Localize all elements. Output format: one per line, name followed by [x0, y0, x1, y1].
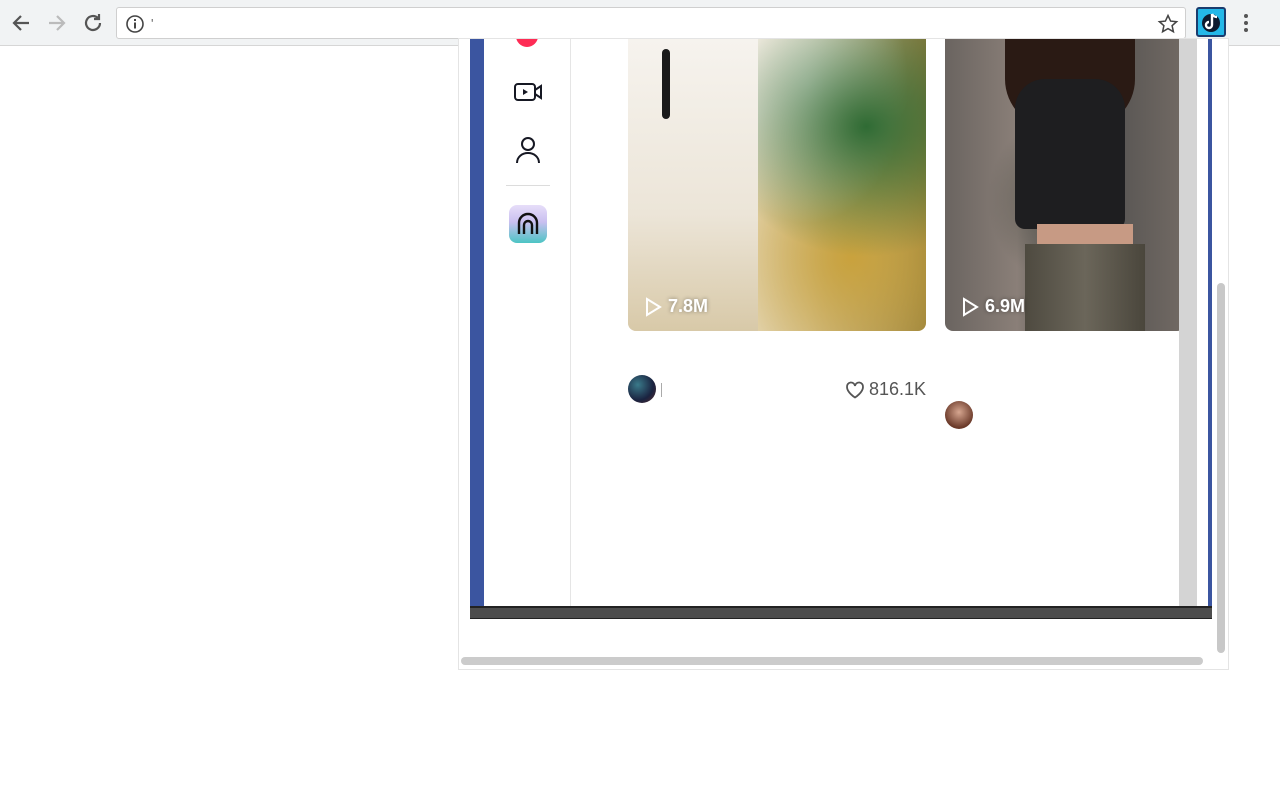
info-icon	[126, 15, 144, 33]
browser-menu-button[interactable]	[1236, 12, 1256, 34]
reload-icon	[84, 14, 102, 32]
embedded-page-frame: 7.8M 6.9M 816.1K	[470, 39, 1212, 619]
video-thumbnail-figure	[1015, 79, 1125, 229]
heart-icon	[846, 381, 864, 399]
popup-vertical-scrollbar[interactable]	[1217, 283, 1225, 653]
address-text: '	[151, 16, 154, 31]
promo-icon	[517, 212, 539, 234]
view-count-text: 6.9M	[985, 296, 1026, 316]
extension-popup: 7.8M 6.9M 816.1K	[458, 38, 1229, 670]
play-icon	[963, 296, 979, 317]
popup-horizontal-scrollbar[interactable]	[461, 657, 1203, 665]
back-button[interactable]	[8, 10, 34, 36]
back-arrow-icon	[12, 15, 29, 31]
side-navigation	[484, 39, 571, 607]
video-card[interactable]: 6.9M	[945, 39, 1185, 331]
nav-item-live[interactable]	[513, 77, 543, 107]
frame-right-border	[1208, 39, 1212, 607]
text-cursor	[661, 383, 662, 397]
like-count: 816.1K	[845, 379, 926, 400]
video-thumbnail-figure	[628, 39, 758, 331]
nav-item-profile[interactable]	[513, 135, 543, 165]
forward-button[interactable]	[44, 10, 70, 36]
view-count-text: 7.8M	[668, 296, 709, 316]
nav-item-promo[interactable]	[509, 205, 547, 243]
nav-red-icon[interactable]	[516, 39, 538, 47]
avatar[interactable]	[628, 375, 656, 403]
frame-left-border	[470, 39, 484, 607]
forward-arrow-icon	[49, 15, 66, 31]
extension-logo	[1202, 13, 1220, 32]
reload-button[interactable]	[80, 10, 106, 36]
inner-scrollbar[interactable]	[1179, 39, 1197, 607]
extension-icon[interactable]	[1196, 7, 1226, 37]
view-count: 6.9M	[961, 296, 1025, 317]
like-count-text: 816.1K	[868, 379, 926, 399]
frame-bottom-border	[470, 606, 1212, 619]
play-icon	[646, 296, 662, 317]
video-card[interactable]: 7.8M	[628, 39, 926, 331]
microphone-graphic	[662, 49, 670, 119]
video-meta-row: 816.1K	[628, 375, 926, 405]
video-thumbnail-figure	[1025, 244, 1145, 331]
menu-dots-icon	[1244, 14, 1248, 32]
profile-icon	[516, 137, 540, 164]
nav-divider	[506, 185, 550, 186]
star-icon[interactable]	[1157, 13, 1179, 35]
address-bar[interactable]: '	[116, 7, 1186, 39]
avatar[interactable]	[945, 401, 973, 429]
view-count: 7.8M	[644, 296, 708, 317]
video-camera-icon	[514, 83, 542, 101]
